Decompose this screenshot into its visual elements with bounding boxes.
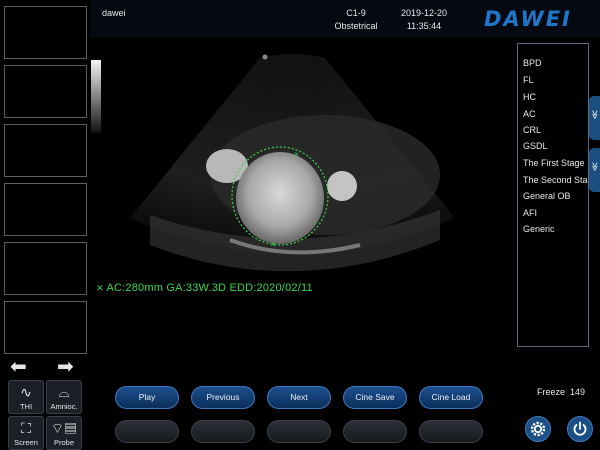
grayscale-bar xyxy=(91,60,101,133)
side-panel-tab[interactable]: ≫ xyxy=(589,96,600,140)
freeze-counter: Freeze 149 xyxy=(537,387,585,397)
blank-button[interactable] xyxy=(115,420,179,443)
measurement-item[interactable]: AFI xyxy=(523,208,537,218)
previous-button[interactable]: Previous xyxy=(191,386,255,409)
collapse-icon: ≫ xyxy=(590,162,600,172)
abdomen-section xyxy=(236,152,324,244)
measurement-readout: ✕ AC:280mm GA:33W.3D EDD:2020/02/11 xyxy=(96,282,313,294)
measurement-item[interactable]: AC xyxy=(523,109,536,119)
blank-button[interactable] xyxy=(191,420,255,443)
amnioc-icon: ⌓ xyxy=(58,384,70,400)
thi-icon: ∿ xyxy=(20,384,32,400)
ultrasound-image[interactable]: × × xyxy=(110,40,505,350)
measurement-item[interactable]: CRL xyxy=(523,125,541,135)
play-button[interactable]: Play xyxy=(115,386,179,409)
thumbnail-slot[interactable] xyxy=(4,124,87,177)
amnioc-button[interactable]: ⌓ Amnioc. xyxy=(46,380,82,414)
thumbnail-slot[interactable] xyxy=(4,6,87,59)
thumbnail-slot[interactable] xyxy=(4,183,87,236)
orientation-marker xyxy=(262,54,268,60)
blank-button[interactable] xyxy=(267,420,331,443)
expand-icon: ≫ xyxy=(590,110,600,120)
caliper-marker[interactable]: × xyxy=(294,150,299,159)
thi-button[interactable]: ∿ THI xyxy=(8,380,44,414)
measurement-item[interactable]: Generic xyxy=(523,224,555,234)
thi-label: THI xyxy=(19,402,33,411)
probe-button[interactable]: ⌔▤ Probe xyxy=(46,416,82,450)
measurement-readout-text: AC:280mm GA:33W.3D EDD:2020/02/11 xyxy=(106,282,313,294)
blank-button[interactable] xyxy=(343,420,407,443)
side-panel-tab[interactable]: ≫ xyxy=(589,148,600,192)
screen-icon: ⛶ xyxy=(21,420,31,436)
thumbnail-slot[interactable] xyxy=(4,65,87,118)
measurement-item[interactable]: The Second Sta xyxy=(523,175,588,185)
power-button[interactable] xyxy=(567,416,593,442)
cine-load-button[interactable]: Cine Load xyxy=(419,386,483,409)
screen-label: Screen xyxy=(14,438,38,447)
blank-button[interactable] xyxy=(419,420,483,443)
settings-icon xyxy=(530,421,546,437)
amnioc-label: Amnioc. xyxy=(50,402,78,411)
next-button[interactable]: Next xyxy=(267,386,331,409)
probe-label: Probe xyxy=(53,438,74,447)
cine-save-button[interactable]: Cine Save xyxy=(343,386,407,409)
probe-icon: ⌔▤ xyxy=(50,420,78,436)
screen-button[interactable]: ⛶ Screen xyxy=(8,416,44,450)
measurement-item[interactable]: HC xyxy=(523,92,536,102)
user-name: dawei xyxy=(102,8,126,18)
side-structure xyxy=(327,171,357,201)
measurement-item[interactable]: The First Stage xyxy=(523,158,585,168)
freeze-label: Freeze xyxy=(537,387,566,397)
arrow-right-icon[interactable]: ➡ xyxy=(57,357,74,377)
probe-mode-info: C1-9 Obstetrical xyxy=(320,7,392,33)
date-text: 2019-12-20 xyxy=(400,8,448,18)
thumbnail-slot[interactable] xyxy=(4,301,87,354)
measurement-item[interactable]: FL xyxy=(523,75,534,85)
exam-mode: Obstetrical xyxy=(334,21,378,31)
date-time: 2019-12-20 11:35:44 xyxy=(392,7,456,33)
settings-button[interactable] xyxy=(525,416,551,442)
power-icon xyxy=(573,421,587,436)
brand-logo: DAWEI xyxy=(484,7,572,31)
measurement-item[interactable]: General OB xyxy=(523,191,571,201)
freeze-value: 149 xyxy=(570,387,586,397)
caliper-marker[interactable]: × xyxy=(271,240,276,249)
probe-name: C1-9 xyxy=(346,8,366,18)
thumbnail-slot[interactable] xyxy=(4,242,87,295)
measurement-item[interactable]: BPD xyxy=(523,58,542,68)
time-text: 11:35:44 xyxy=(406,21,442,31)
arrow-left-icon[interactable]: ⬅ xyxy=(10,357,27,377)
measurement-item[interactable]: GSDL xyxy=(523,141,548,151)
measurement-list: BPD FL HC AC CRL GSDL The First Stage Th… xyxy=(517,43,589,347)
